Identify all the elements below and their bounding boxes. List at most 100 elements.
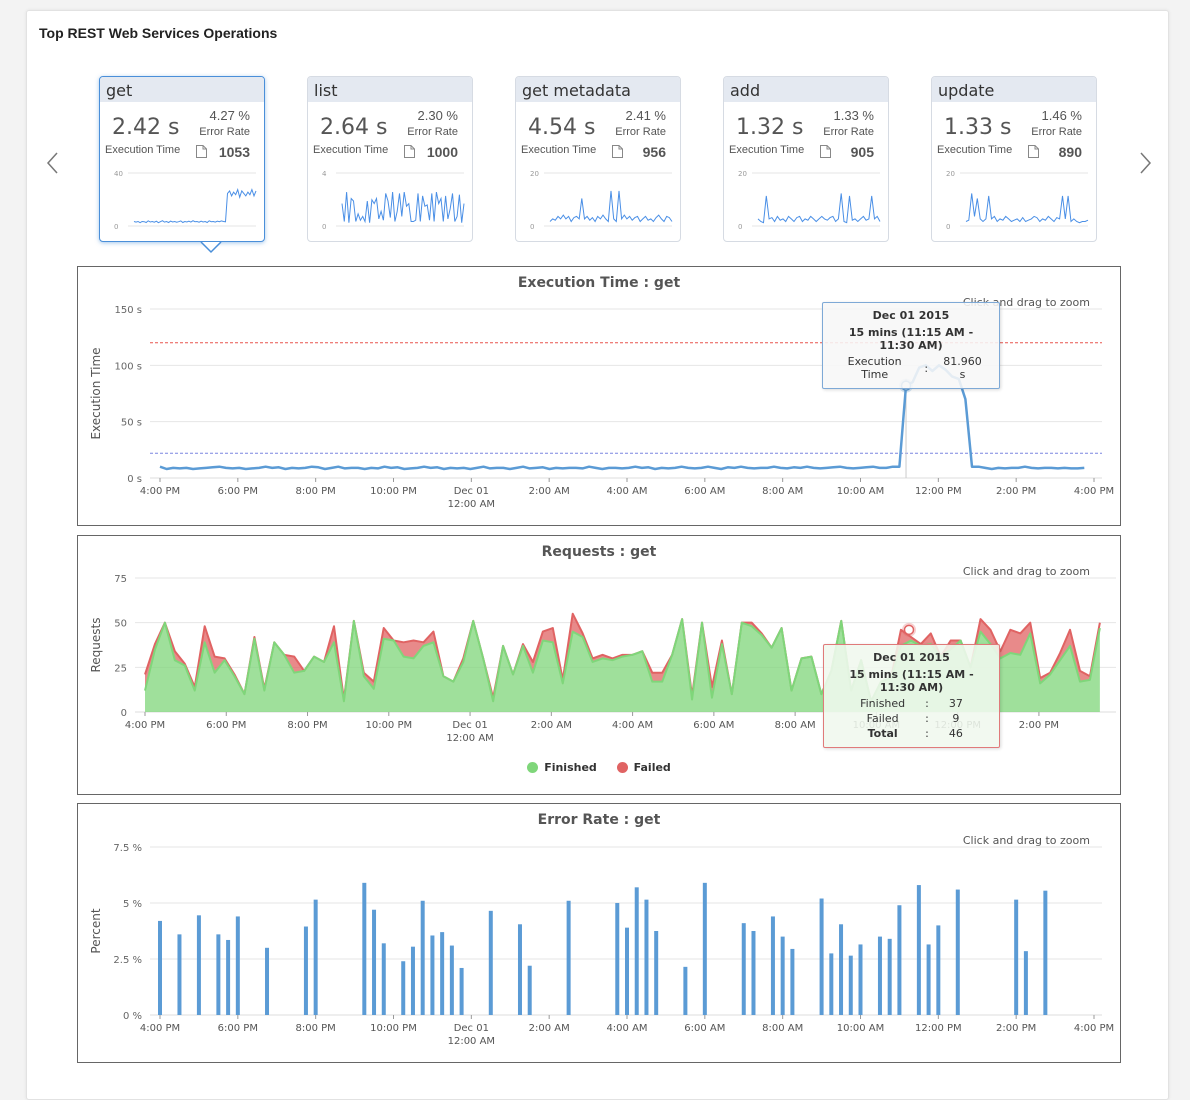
execution-time-chart[interactable]: Execution Time : get Click and drag to z… (77, 266, 1121, 526)
error-rate-bar (683, 966, 688, 1015)
spark-max-label: 40 (114, 170, 123, 178)
error-rate-bar (196, 915, 201, 1015)
x-tick-label: 2:00 AM (529, 486, 570, 497)
error-rate-bar (702, 882, 707, 1015)
tooltip-row-label: Failed (866, 712, 899, 725)
error-rate-bar (819, 898, 824, 1015)
card-error-rate: 2.30 % (417, 108, 458, 123)
y-axis-label: Execution Time (89, 347, 103, 439)
spark-line (965, 193, 1089, 224)
chevron-left-icon (46, 152, 58, 174)
card-sparkline: 20 0 (738, 170, 881, 231)
card-exec-time: 1.33 s (944, 115, 1012, 140)
spark-min-label: 0 (114, 223, 118, 231)
x-tick-label: 12:00 PM (915, 486, 962, 497)
error-rate-chart[interactable]: Error Rate : get Click and drag to zoom … (77, 803, 1121, 1063)
x-tick-label: 10:00 PM (370, 486, 417, 497)
y-tick-label: 75 (114, 574, 127, 585)
error-rate-bar (226, 939, 231, 1015)
y-axis-label: Requests (89, 618, 103, 673)
card-exec-time: 2.64 s (320, 115, 388, 140)
card-sparkline: 20 0 (530, 170, 673, 231)
x-tick-label: 12:00 AM (448, 1036, 495, 1047)
error-rate-bar (916, 885, 921, 1015)
error-rate-bar (362, 882, 367, 1015)
top-rest-operations-panel: Top REST Web Services Operations get 2.42… (26, 10, 1169, 1100)
error-rate-bar (770, 916, 775, 1015)
x-tick-label: 2:00 PM (1019, 720, 1059, 731)
document-icon (1028, 145, 1039, 158)
operation-card-get[interactable]: get 2.42 s Execution Time 4.27 % Error Rate 1… (99, 76, 265, 242)
error-rate-bar (440, 932, 445, 1015)
error-rate-bar (177, 934, 182, 1015)
card-sparkline: 40 0 (114, 170, 257, 231)
error-rate-bar (634, 887, 639, 1015)
y-tick-label: 50 (114, 619, 127, 630)
y-tick-label: 0 s (127, 474, 142, 485)
x-tick-label: 4:00 PM (1074, 486, 1114, 497)
x-tick-label: Dec 01 (454, 1023, 489, 1034)
x-tick-label: Dec 01 (454, 486, 489, 497)
x-tick-label: 8:00 PM (296, 486, 336, 497)
card-error-label: Error Rate (1031, 126, 1082, 138)
card-exec-label: Execution Time (729, 144, 805, 156)
spark-max-label: 20 (530, 170, 539, 178)
x-tick-label: 2:00 AM (529, 1023, 570, 1034)
x-tick-label: 12:00 PM (915, 1023, 962, 1034)
x-tick-label: 6:00 AM (684, 1023, 725, 1034)
y-tick-label: 150 s (115, 305, 142, 316)
error-rate-bar (265, 947, 270, 1015)
error-rate-bar (566, 900, 571, 1015)
legend-item-finished[interactable]: Finished (527, 761, 597, 774)
error-rate-bar (955, 889, 960, 1015)
y-tick-label: 100 s (115, 361, 142, 372)
carousel-prev-button[interactable] (43, 149, 63, 177)
tooltip-range: 15 mins (11:15 AM - 11:30 AM) (849, 668, 974, 694)
error-rate-bar (449, 945, 454, 1015)
x-tick-label: 12:00 AM (448, 499, 495, 510)
x-tick-label: 8:00 AM (762, 1023, 803, 1034)
spark-min-label: 0 (946, 223, 950, 231)
operation-card-update[interactable]: update 1.33 s Execution Time 1.46 % Error Ra… (931, 76, 1097, 242)
spark-line (757, 193, 881, 224)
error-rate-bar (644, 899, 649, 1015)
error-rate-bar (420, 900, 425, 1015)
operation-card-add[interactable]: add 1.32 s Execution Time 1.33 % Error Rate 9… (723, 76, 889, 242)
card-request-count: 1000 (426, 144, 458, 160)
error-rate-bar (858, 944, 863, 1015)
requests-chart[interactable]: Requests : get Click and drag to zoom 02… (77, 535, 1121, 795)
error-rate-bar (790, 948, 795, 1015)
card-exec-label: Execution Time (521, 144, 597, 156)
legend-item-failed[interactable]: Failed (616, 761, 671, 774)
error-rate-bar (848, 955, 853, 1015)
error-rate-bar (615, 903, 620, 1015)
x-tick-label: 6:00 PM (218, 486, 258, 497)
spark-line (341, 192, 465, 224)
card-title: list (308, 77, 472, 102)
x-tick-label: 10:00 AM (837, 486, 884, 497)
tooltip-row-label: Total (867, 727, 898, 740)
error-rate-bar (936, 925, 941, 1015)
carousel-next-button[interactable] (1135, 149, 1155, 177)
error-rate-plot[interactable]: 0 % 2.5 % 5 % 7.5 % 4:00 PM 6:00 PM 8:00 PM 10:… (78, 804, 1122, 1064)
y-tick-label: 0 (121, 708, 127, 719)
error-rate-bar (313, 899, 318, 1015)
error-rate-bar (1014, 899, 1019, 1015)
x-tick-label: 2:00 PM (996, 1023, 1036, 1034)
operation-card-list[interactable]: list 2.64 s Execution Time 2.30 % Error Rate… (307, 76, 473, 242)
card-title: get (100, 77, 264, 102)
error-rate-bar (235, 916, 240, 1015)
operation-card-get-metadata[interactable]: get metadata 4.54 s Execution Time 2.41 % Er… (515, 76, 681, 242)
tooltip-sep: : (924, 361, 929, 375)
error-rate-bar (780, 936, 785, 1015)
panel-title: Top REST Web Services Operations (39, 25, 278, 41)
hover-point (903, 624, 915, 636)
spark-min-label: 0 (322, 223, 326, 231)
y-tick-label: 5 % (123, 899, 142, 910)
tooltip-row-value: 46 (948, 727, 963, 740)
card-exec-label: Execution Time (105, 144, 181, 156)
tooltip-date: Dec 01 2015 (872, 309, 950, 322)
card-error-label: Error Rate (615, 126, 666, 138)
error-rate-bar (303, 926, 308, 1015)
error-rate-bar (926, 944, 931, 1015)
